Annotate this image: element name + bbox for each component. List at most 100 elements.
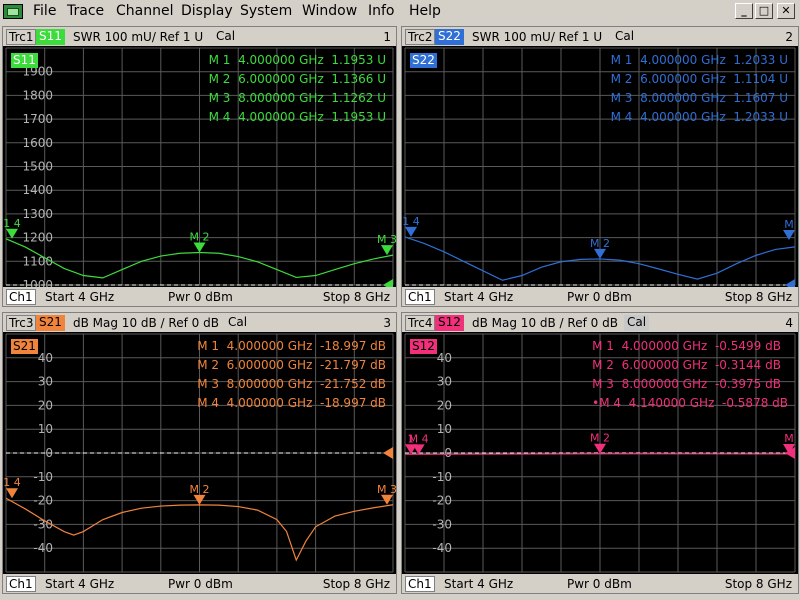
marker-value: -0.5878 dB <box>722 396 788 410</box>
trace-tag[interactable]: S11 <box>11 53 38 68</box>
channel-label[interactable]: Ch1 <box>6 576 36 592</box>
stop-frequency[interactable]: Stop 8 GHz <box>323 577 390 591</box>
trace-header: Trc4 S12 dB Mag 10 dB / Ref 0 dB Cal 4 <box>402 313 798 332</box>
channel-footer: Ch1 Start 4 GHz Pwr 0 dBm Stop 8 GHz <box>402 287 798 306</box>
marker-frequency: 4.000000 GHz <box>226 396 313 410</box>
y-tick-label: 0 <box>444 446 452 460</box>
start-frequency[interactable]: Start 4 GHz <box>444 577 513 591</box>
marker-value: 1.1104 U <box>733 72 788 86</box>
marker-frequency: 8.000000 GHz <box>640 91 726 105</box>
y-tick-label: 40 <box>437 351 452 365</box>
diagram-window-4[interactable]: Trc4 S12 dB Mag 10 dB / Ref 0 dB Cal 4 40 30 20… <box>401 312 799 594</box>
diagram-window-3[interactable]: Trc3 S21 dB Mag 10 dB / Ref 0 dB Cal 3 40 30 20… <box>2 312 397 594</box>
trace-header: Trc1 S11 SWR 100 mU/ Ref 1 U Cal 1 <box>3 27 396 46</box>
trace-label[interactable]: Trc1 <box>6 29 37 45</box>
y-tick-label: 1300 <box>22 207 53 221</box>
power-level[interactable]: Pwr 0 dBm <box>168 577 233 591</box>
close-button[interactable]: ✕ <box>777 3 795 19</box>
stop-frequency[interactable]: Stop 8 GHz <box>725 577 792 591</box>
marker-label: 1 4 <box>402 215 420 228</box>
sparam-label[interactable]: S11 <box>36 29 65 45</box>
stop-frequency[interactable]: Stop 8 GHz <box>323 290 390 304</box>
marker-triangle <box>193 242 206 253</box>
menu-bar: File Trace Channel Display System Window… <box>0 0 800 24</box>
menu-info[interactable]: Info <box>368 3 395 19</box>
window-number: 2 <box>785 30 793 44</box>
marker-frequency: 6.000000 GHz <box>640 72 726 86</box>
start-frequency[interactable]: Start 4 GHz <box>45 577 114 591</box>
trace-label[interactable]: Trc2 <box>405 29 436 45</box>
channel-footer: Ch1 Start 4 GHz Pwr 0 dBm Stop 8 GHz <box>402 574 798 593</box>
power-level[interactable]: Pwr 0 dBm <box>168 290 233 304</box>
marker-label: 1 4 <box>3 476 21 489</box>
menu-trace[interactable]: Trace <box>67 3 104 19</box>
marker-value: -21.752 dB <box>320 377 386 391</box>
marker-triangle <box>594 443 606 454</box>
trace-label[interactable]: Trc3 <box>6 315 37 331</box>
marker-label: M 3 <box>377 233 396 246</box>
marker-name: M 2 <box>610 72 633 86</box>
marker-frequency: 6.000000 GHz <box>238 72 324 86</box>
diagram-window-2[interactable]: Trc2 S22 SWR 100 mU/ Ref 1 U Cal 2 1 4M 2 M S22… <box>401 26 799 307</box>
marker-name: M 3 <box>197 377 220 391</box>
marker-triangle <box>783 229 795 240</box>
sparam-label[interactable]: S22 <box>435 29 464 45</box>
trace-tag[interactable]: S22 <box>410 53 437 68</box>
marker-value: -0.3975 dB <box>714 377 781 391</box>
marker-value: -21.797 dB <box>320 358 386 372</box>
trace-tag[interactable]: S21 <box>11 339 38 354</box>
power-level[interactable]: Pwr 0 dBm <box>567 290 632 304</box>
marker-row: M 4 4.000000 GHz 1.2033 U <box>611 108 788 127</box>
start-frequency[interactable]: Start 4 GHz <box>45 290 114 304</box>
menu-file[interactable]: File <box>33 3 56 19</box>
cal-indicator: Cal <box>228 315 248 329</box>
marker-frequency: 4.000000 GHz <box>238 110 324 124</box>
marker-label: M <box>784 432 794 445</box>
menu-system[interactable]: System <box>240 3 292 19</box>
menu-channel[interactable]: Channel <box>116 3 173 19</box>
cal-indicator: Cal <box>624 315 650 331</box>
trace-tag[interactable]: S12 <box>410 339 437 354</box>
marker-row: M 3 8.000000 GHz -0.3975 dB <box>592 375 788 394</box>
minimize-button[interactable]: _ <box>735 3 753 19</box>
power-level[interactable]: Pwr 0 dBm <box>567 577 632 591</box>
marker-name: M 4 <box>208 110 231 124</box>
app-icon[interactable] <box>3 4 23 19</box>
marker-frequency: 8.000000 GHz <box>238 91 324 105</box>
marker-name: M 3 <box>592 377 614 391</box>
menu-help[interactable]: Help <box>409 3 441 19</box>
marker-name: M 3 <box>610 91 633 105</box>
channel-label[interactable]: Ch1 <box>405 289 435 305</box>
marker-label: M 4 <box>409 432 429 445</box>
marker-triangle <box>6 488 18 499</box>
marker-frequency: 4.000000 GHz <box>640 110 726 124</box>
restore-button[interactable]: □ <box>755 3 773 19</box>
marker-frequency: 8.000000 GHz <box>621 377 708 391</box>
channel-label[interactable]: Ch1 <box>6 289 36 305</box>
sparam-label[interactable]: S21 <box>36 315 65 331</box>
y-tick-label: 1100 <box>22 254 53 268</box>
marker-label: M 2 <box>590 432 610 445</box>
start-frequency[interactable]: Start 4 GHz <box>444 290 513 304</box>
marker-label: M 2 <box>190 483 210 496</box>
marker-name: •M 4 <box>592 396 622 410</box>
marker-row: •M 4 4.140000 GHz -0.5878 dB <box>592 394 788 413</box>
diagram-window-1[interactable]: Trc1 S11 SWR 100 mU/ Ref 1 U Cal 1 1900 1800 17… <box>2 26 397 307</box>
channel-label[interactable]: Ch1 <box>405 576 435 592</box>
marker-triangle <box>193 494 206 505</box>
sparam-label[interactable]: S12 <box>435 315 464 331</box>
marker-frequency: 4.000000 GHz <box>238 53 324 67</box>
menu-window[interactable]: Window <box>302 3 357 19</box>
marker-name: M 1 <box>610 53 633 67</box>
marker-name: M 4 <box>610 110 633 124</box>
stop-frequency[interactable]: Stop 8 GHz <box>725 290 792 304</box>
marker-name: M 1 <box>592 339 614 353</box>
menu-display[interactable]: Display <box>181 3 233 19</box>
trace-label[interactable]: Trc4 <box>405 315 436 331</box>
trace-header: Trc2 S22 SWR 100 mU/ Ref 1 U Cal 2 <box>402 27 798 46</box>
marker-row: M 2 6.000000 GHz -0.3144 dB <box>592 356 788 375</box>
y-tick-label: 40 <box>38 351 53 365</box>
window-number: 4 <box>785 316 793 330</box>
marker-row: M 2 6.000000 GHz 1.1366 U <box>209 70 386 89</box>
cal-indicator: Cal <box>216 29 236 43</box>
